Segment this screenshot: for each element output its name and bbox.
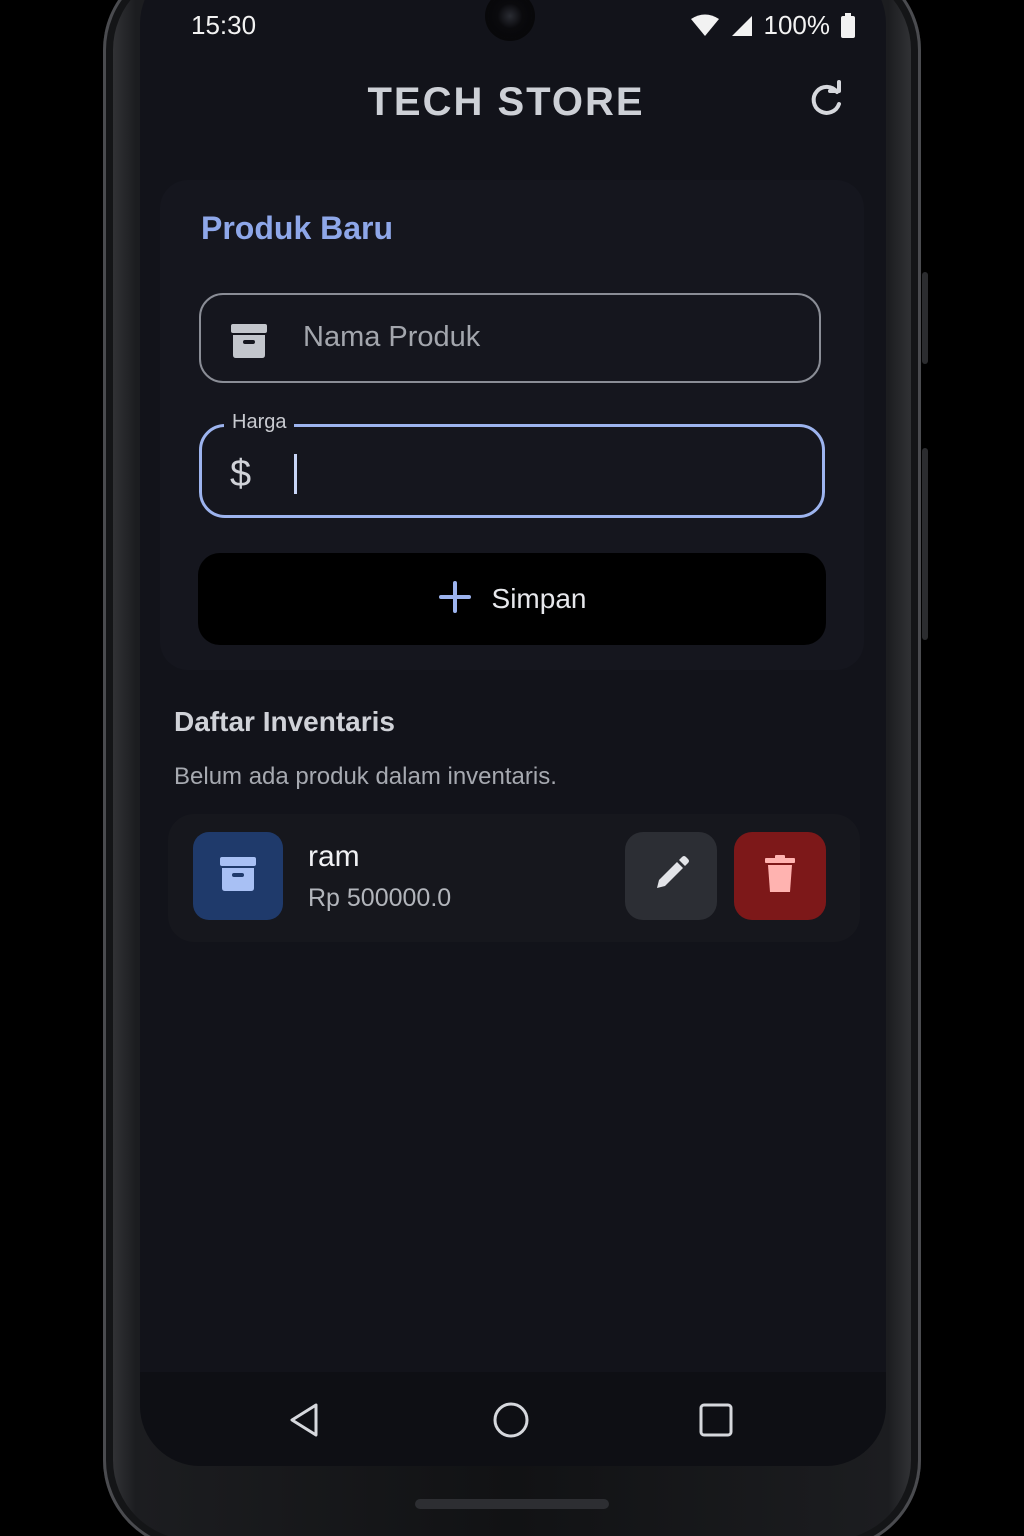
delete-button[interactable] [734, 832, 826, 920]
edit-button[interactable] [625, 832, 717, 920]
status-time: 15:30 [191, 10, 257, 40]
back-button[interactable] [282, 1400, 326, 1444]
inventory-empty-message: Belum ada produk dalam inventaris. [174, 763, 557, 790]
volume-button [922, 272, 928, 364]
inventory-heading: Daftar Inventaris [174, 706, 395, 737]
recents-button[interactable] [694, 1400, 738, 1444]
text-cursor [294, 454, 297, 494]
status-icons: 100% [690, 10, 857, 41]
save-button[interactable]: Simpan [198, 553, 826, 645]
dollar-prefix: $ [230, 453, 252, 495]
square-recents-icon [698, 1402, 734, 1443]
price-label: Harga [224, 411, 295, 434]
battery-label: 100% [763, 10, 831, 40]
trash-icon [763, 854, 797, 899]
wifi-icon [690, 14, 720, 38]
archive-box-icon [229, 321, 269, 366]
product-name-placeholder: Nama Produk [303, 321, 481, 353]
plus-icon [438, 580, 472, 619]
phone-mockup: 15:30 100% TECH STORE Produk Baru Nama P… [0, 0, 1024, 1536]
refresh-button[interactable] [800, 76, 852, 128]
pencil-icon [651, 854, 691, 899]
power-button [922, 448, 928, 640]
new-product-heading: Produk Baru [201, 210, 394, 246]
save-button-label: Simpan [491, 583, 587, 614]
signal-icon [730, 14, 754, 38]
product-name-input[interactable]: Nama Produk [199, 293, 821, 383]
circle-home-icon [492, 1401, 530, 1444]
item-name: ram [308, 840, 360, 873]
price-input[interactable]: Harga $ [199, 411, 825, 518]
battery-icon [840, 12, 856, 39]
triangle-back-icon [286, 1402, 322, 1443]
app-title: TECH STORE [367, 80, 645, 124]
home-button[interactable] [489, 1400, 533, 1444]
archive-box-icon [218, 854, 258, 899]
home-indicator [415, 1499, 609, 1509]
item-price: Rp 500000.0 [308, 884, 452, 912]
refresh-icon [806, 79, 846, 125]
item-icon-box [193, 832, 283, 920]
